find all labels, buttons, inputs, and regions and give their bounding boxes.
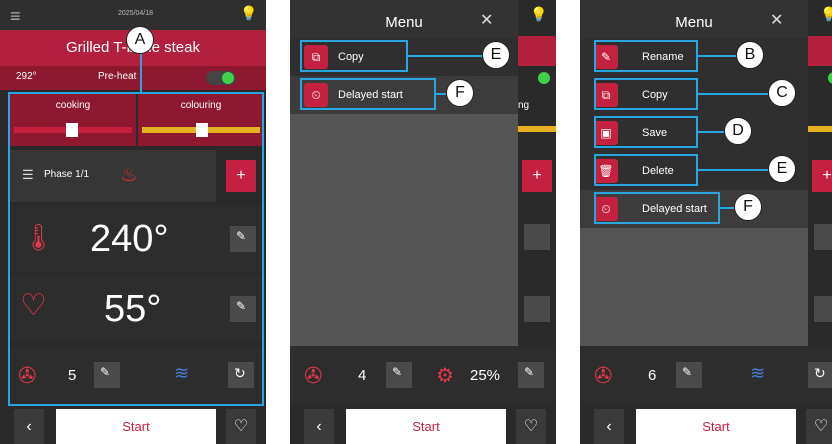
preheat-bar: 292° Pre-heat xyxy=(0,66,266,90)
highlight-rename xyxy=(594,40,698,72)
highlight-delayed-start xyxy=(300,78,436,110)
title-bar-fragment xyxy=(518,36,556,66)
callout-e: E xyxy=(482,41,510,69)
edit-fan-button[interactable]: ✎ xyxy=(676,362,702,388)
fan-speed-value: 4 xyxy=(358,367,367,384)
highlight-copy xyxy=(300,40,408,72)
phone-screen-menu-full: 💡 + Menu ✕ ✎ Rename ⧉ Copy ▣ Save 🗑 Dele… xyxy=(580,0,832,444)
start-button[interactable]: Start xyxy=(56,409,216,444)
callout-a: A xyxy=(126,26,154,54)
chevron-left-icon: ‹ xyxy=(606,418,612,435)
heart-favorite-icon: ♡ xyxy=(523,418,539,435)
toggle-knob xyxy=(222,72,234,84)
favorite-button[interactable]: ♡ xyxy=(226,409,256,444)
highlight-delete xyxy=(594,154,698,186)
add-phase-button: + xyxy=(522,160,552,192)
callout-e: E xyxy=(768,155,796,183)
fan-icon: ✇ xyxy=(594,363,613,388)
fan-row: ✇ 6 ✎ ≋ ↻ xyxy=(580,346,832,404)
chevron-left-icon: ‹ xyxy=(316,418,322,435)
edit-icon: ✎ xyxy=(682,365,693,379)
edit-percent-button[interactable]: ✎ xyxy=(518,362,544,388)
back-button[interactable]: ‹ xyxy=(14,409,44,444)
edit-icon: ✎ xyxy=(392,365,403,379)
hamburger-icon[interactable]: ≡ xyxy=(10,6,21,27)
slider-fragment xyxy=(808,126,832,132)
close-icon[interactable]: ✕ xyxy=(480,10,493,30)
heart-favorite-icon: ♡ xyxy=(813,418,829,435)
status-bar: ≡ 2025/04/18 💡 xyxy=(0,0,266,30)
favorite-button[interactable]: ♡ xyxy=(516,409,546,444)
slider-fragment xyxy=(518,126,556,132)
start-button[interactable]: Start xyxy=(346,409,506,444)
edit-icon: ✎ xyxy=(524,365,535,379)
edit-button xyxy=(814,296,832,322)
fan-row: ✇ 4 ✎ ⚙ 25% ✎ xyxy=(290,346,556,404)
start-button[interactable]: Start xyxy=(636,409,796,444)
partial-label: ng xyxy=(518,100,530,111)
phone-screen-main: ≡ 2025/04/18 💡 Grilled T-bone steak 292°… xyxy=(0,0,266,444)
gear-icon: ⚙ xyxy=(436,365,454,387)
title-bar-fragment xyxy=(808,36,832,66)
highlight-copy xyxy=(594,78,698,110)
percent-value: 25% xyxy=(470,367,501,384)
callout-line-e xyxy=(698,169,768,171)
callout-line-b xyxy=(698,55,736,57)
callout-line-f xyxy=(436,93,446,95)
toggle-knob xyxy=(538,72,550,84)
edit-button xyxy=(524,224,550,250)
fan-icon: ✇ xyxy=(304,363,323,388)
date-label: 2025/04/18 xyxy=(118,10,154,17)
preheat-toggle[interactable] xyxy=(206,71,236,85)
favorite-button[interactable]: ♡ xyxy=(806,409,832,444)
preheat-label: Pre-heat xyxy=(98,71,137,82)
highlight-save xyxy=(594,116,698,148)
callout-f: F xyxy=(734,193,762,221)
callout-c: C xyxy=(768,79,796,107)
back-button[interactable]: ‹ xyxy=(304,409,334,444)
lightbulb-icon: 💡 xyxy=(820,6,832,22)
toggle-knob xyxy=(828,72,832,84)
edit-button xyxy=(814,224,832,250)
highlight-delayed-start xyxy=(594,192,720,224)
fan-speed-value: 6 xyxy=(648,367,657,384)
callout-line-e xyxy=(408,55,482,57)
refresh-button[interactable]: ↻ xyxy=(808,362,832,388)
close-icon[interactable]: ✕ xyxy=(770,10,783,30)
callout-f: F xyxy=(446,79,474,107)
callout-line-d xyxy=(698,131,724,133)
add-phase-button: + xyxy=(812,160,832,192)
phone-screen-menu-small: 💡 ng + Menu ✕ ⧉ Copy ⏲ Delayed start E F… xyxy=(290,0,556,444)
lightbulb-icon[interactable]: 💡 xyxy=(240,5,257,22)
edit-fan-button[interactable]: ✎ xyxy=(386,362,412,388)
callout-line-f xyxy=(720,207,734,209)
steam-icon[interactable]: ≋ xyxy=(750,363,765,384)
lightbulb-icon: 💡 xyxy=(530,6,548,22)
edit-button xyxy=(524,296,550,322)
callout-b: B xyxy=(736,41,764,69)
callout-d: D xyxy=(724,117,752,145)
chevron-left-icon: ‹ xyxy=(26,418,32,435)
refresh-icon: ↻ xyxy=(814,365,826,381)
callout-line-c xyxy=(698,93,768,95)
callout-line-a xyxy=(140,52,142,94)
back-button[interactable]: ‹ xyxy=(594,409,624,444)
heart-favorite-icon: ♡ xyxy=(233,418,249,435)
preheat-temp: 292° xyxy=(16,71,37,82)
highlight-frame-a xyxy=(8,92,264,406)
